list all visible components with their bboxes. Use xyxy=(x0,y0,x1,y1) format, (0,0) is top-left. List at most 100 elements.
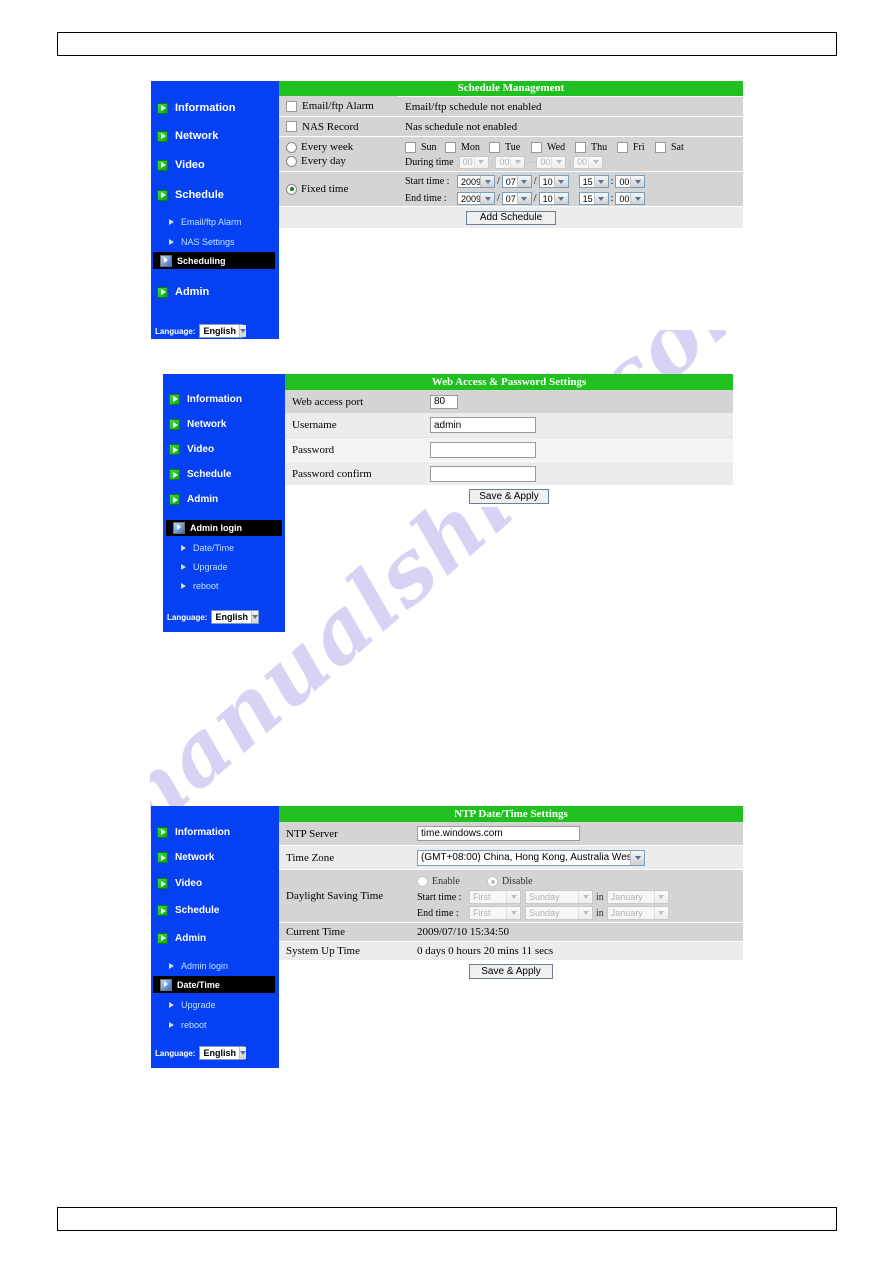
sidebar-subitem-admin-login[interactable]: Admin login xyxy=(166,520,282,536)
sidebar-subitem-upgrade[interactable]: Upgrade xyxy=(151,995,279,1015)
sidebar-subitem-scheduling[interactable]: Scheduling xyxy=(153,252,275,269)
sidebar-subitem-label: Upgrade xyxy=(193,561,228,572)
start-month-select[interactable]: 07 xyxy=(501,175,532,188)
dst-end-month-select[interactable]: January xyxy=(606,906,669,920)
sidebar-item-information[interactable]: Information xyxy=(151,819,279,845)
recurring-options: Every week Every day xyxy=(279,137,398,171)
web-access-port-input[interactable]: 80 xyxy=(430,394,458,409)
dst-start-month-select[interactable]: January xyxy=(606,890,669,904)
add-schedule-button[interactable]: Add Schedule xyxy=(466,210,556,225)
sidebar-item-admin[interactable]: Admin xyxy=(151,924,279,952)
language-select[interactable]: English xyxy=(199,324,246,338)
sidebar-subitem-date-time[interactable]: Date/Time xyxy=(153,976,275,993)
start-hour-select[interactable]: 15 xyxy=(578,175,609,188)
start-minute-select[interactable]: 00 xyxy=(615,175,646,188)
sat-checkbox[interactable] xyxy=(655,141,666,153)
ntp-server-input[interactable]: time.windows.com xyxy=(417,826,580,841)
end-month-select[interactable]: 07 xyxy=(501,192,532,205)
sidebar-item-admin[interactable]: Admin xyxy=(151,280,279,304)
during-start-minute-select[interactable]: 00 xyxy=(495,155,526,169)
end-year-select[interactable]: 2009 xyxy=(457,192,495,205)
fri-checkbox[interactable] xyxy=(617,141,628,153)
password-confirm-input[interactable] xyxy=(430,465,536,482)
sidebar-subitem-admin-login[interactable]: Admin login xyxy=(151,956,279,976)
fixed-time-option[interactable]: Fixed time xyxy=(279,172,398,206)
mon-checkbox[interactable] xyxy=(445,141,456,153)
language-select[interactable]: English xyxy=(211,610,260,624)
start-day-select[interactable]: 10 xyxy=(538,175,569,188)
day-fri[interactable]: Fri xyxy=(617,141,655,153)
emailftp-alarm-cell[interactable]: Email/ftp Alarm xyxy=(279,96,398,116)
language-select[interactable]: English xyxy=(199,1046,246,1060)
dst-enable-radio[interactable] xyxy=(417,876,428,887)
during-end-minute-select[interactable]: 00 xyxy=(573,155,604,169)
every-week-option[interactable]: Every week xyxy=(286,140,398,154)
day-wed[interactable]: Wed xyxy=(531,141,575,153)
chevron-down-icon xyxy=(506,891,520,903)
sidebar-item-schedule[interactable]: Schedule xyxy=(151,897,279,924)
sidebar-item-schedule[interactable]: Schedule xyxy=(151,180,279,210)
sidebar-item-video[interactable]: Video xyxy=(151,150,279,180)
sidebar-subitem-emailftp-alarm[interactable]: Email/ftp Alarm xyxy=(151,212,279,232)
sidebar-item-video[interactable]: Video xyxy=(163,437,285,462)
tue-checkbox[interactable] xyxy=(489,141,500,153)
nas-record-cell[interactable]: NAS Record xyxy=(279,116,398,136)
sun-checkbox[interactable] xyxy=(405,141,416,153)
screenshot-schedule-management: Information Network Video Schedule Email… xyxy=(151,81,743,339)
chevron-right-icon xyxy=(181,544,186,551)
sidebar-subitem-label: Admin login xyxy=(181,961,229,971)
submit-row: Add Schedule xyxy=(279,206,743,228)
day-thu[interactable]: Thu xyxy=(575,141,617,153)
every-day-radio[interactable] xyxy=(286,155,297,167)
every-week-radio[interactable] xyxy=(286,141,297,153)
password-input[interactable] xyxy=(430,441,536,458)
sidebar-item-network[interactable]: Network xyxy=(151,122,279,150)
sidebar-schedule: Information Network Video Schedule Email… xyxy=(151,81,279,339)
sidebar-subitem-reboot[interactable]: reboot xyxy=(163,576,285,595)
end-minute-select[interactable]: 00 xyxy=(615,192,646,205)
sidebar-subitem-reboot[interactable]: reboot xyxy=(151,1015,279,1034)
dst-start-day-select[interactable]: Sunday xyxy=(525,890,593,904)
during-end-hour-select[interactable]: 00 xyxy=(536,155,567,169)
sidebar-subitem-nas-settings[interactable]: NAS Settings xyxy=(151,232,279,252)
sidebar-item-admin[interactable]: Admin xyxy=(163,487,285,512)
fixed-time-radio[interactable] xyxy=(286,183,297,195)
dst-disable-option[interactable]: Disable xyxy=(487,876,533,887)
sidebar-subitem-date-time[interactable]: Date/Time xyxy=(163,538,285,557)
value: 2009 xyxy=(461,176,480,187)
day-mon[interactable]: Mon xyxy=(445,141,489,153)
save-apply-button[interactable]: Save & Apply xyxy=(469,963,553,979)
nas-record-checkbox[interactable] xyxy=(286,121,297,132)
sidebar-item-label: Admin xyxy=(187,494,219,505)
dst-start-week-select[interactable]: First xyxy=(469,890,521,904)
value: January xyxy=(610,892,643,902)
value: 00 xyxy=(619,176,630,187)
sidebar-subitem-label: reboot xyxy=(181,1019,207,1030)
sidebar-item-video[interactable]: Video xyxy=(151,870,279,897)
thu-checkbox[interactable] xyxy=(575,141,586,153)
username-input[interactable]: admin xyxy=(430,417,536,433)
day-sat[interactable]: Sat xyxy=(655,141,693,153)
dst-disable-radio[interactable] xyxy=(487,876,498,887)
save-apply-button[interactable]: Save & Apply xyxy=(469,488,549,504)
every-day-option[interactable]: Every day xyxy=(286,154,398,168)
wed-checkbox[interactable] xyxy=(531,141,542,153)
sidebar-item-network[interactable]: Network xyxy=(151,845,279,870)
day-sun[interactable]: Sun xyxy=(405,141,445,153)
sidebar-item-schedule[interactable]: Schedule xyxy=(163,462,285,487)
end-hour-select[interactable]: 15 xyxy=(578,192,609,205)
sidebar-subitem-upgrade[interactable]: Upgrade xyxy=(163,557,285,576)
dst-end-week-select[interactable]: First xyxy=(469,906,521,920)
sidebar-item-network[interactable]: Network xyxy=(163,412,285,437)
sidebar-item-information[interactable]: Information xyxy=(151,94,279,122)
emailftp-alarm-checkbox[interactable] xyxy=(286,100,297,112)
sidebar-item-information[interactable]: Information xyxy=(163,386,285,412)
end-day-select[interactable]: 10 xyxy=(538,192,569,205)
time-zone-select[interactable]: (GMT+08:00) China, Hong Kong, Australia … xyxy=(417,849,645,866)
chevron-down-icon xyxy=(238,1047,246,1059)
dst-end-day-select[interactable]: Sunday xyxy=(525,906,593,920)
dst-enable-option[interactable]: Enable xyxy=(417,876,487,887)
during-start-hour-select[interactable]: 00 xyxy=(458,155,489,169)
day-tue[interactable]: Tue xyxy=(489,141,531,153)
start-year-select[interactable]: 2009 xyxy=(457,175,495,188)
